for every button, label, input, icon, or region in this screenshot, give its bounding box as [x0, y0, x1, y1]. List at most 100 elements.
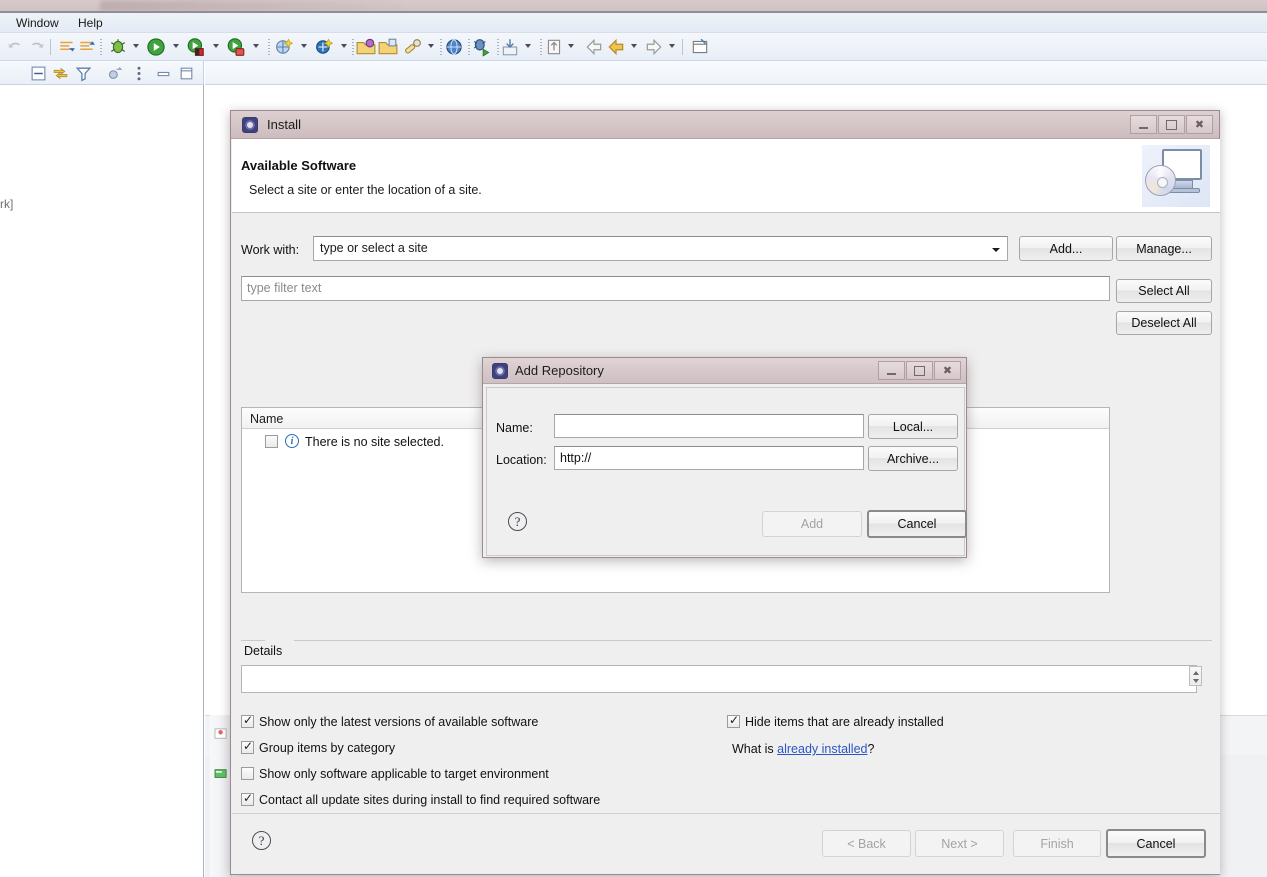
- main-toolbar: [0, 33, 1267, 61]
- details-text-area[interactable]: [241, 665, 1197, 693]
- label-applicable-target-env: Show only software applicable to target …: [259, 767, 549, 781]
- info-icon: i: [285, 434, 299, 448]
- repo-close-button[interactable]: ✖: [934, 361, 961, 380]
- console-view-icon[interactable]: [214, 768, 228, 780]
- menu-bar: Window Help: [0, 13, 1267, 33]
- run-ant-icon[interactable]: [472, 37, 492, 57]
- cancel-button[interactable]: Cancel: [1106, 829, 1206, 858]
- install-close-button[interactable]: ✖: [1186, 115, 1213, 134]
- repo-location-input[interactable]: http://: [554, 446, 864, 470]
- repo-cancel-button[interactable]: Cancel: [867, 510, 967, 538]
- select-all-button[interactable]: Select All: [1116, 279, 1212, 303]
- filter-input-placeholder: type filter text: [247, 281, 322, 295]
- page-subtitle: Select a site or enter the location of a…: [249, 183, 482, 197]
- export-icon[interactable]: [500, 37, 520, 57]
- sync-icon[interactable]: [107, 65, 124, 82]
- archive-button[interactable]: Archive...: [868, 446, 958, 471]
- repo-maximize-button[interactable]: [906, 361, 933, 380]
- repo-location-label: Location:: [496, 453, 547, 467]
- row-checkbox[interactable]: [265, 435, 278, 448]
- undo-icon[interactable]: [6, 37, 24, 57]
- checkbox-hide-installed-items[interactable]: [727, 713, 740, 728]
- collapse-all-icon[interactable]: [30, 65, 47, 82]
- help-icon[interactable]: ?: [252, 831, 271, 850]
- view-ghost-label: rk]: [0, 197, 14, 211]
- install-dialog-footer: ? < Back Next > Finish Cancel: [232, 813, 1220, 874]
- already-installed-link[interactable]: already installed: [777, 742, 867, 756]
- work-with-label: Work with:: [241, 243, 300, 257]
- help-icon[interactable]: ?: [508, 512, 527, 531]
- checkbox-contact-all-update-sites[interactable]: [241, 791, 254, 806]
- profile-icon[interactable]: [226, 37, 246, 57]
- external-tools-icon[interactable]: [314, 37, 334, 57]
- editor-tab-strip: [205, 61, 1267, 85]
- repo-add-button[interactable]: Add: [762, 511, 862, 537]
- install-monitor-disc-icon: [1142, 145, 1210, 207]
- back-history-icon[interactable]: [606, 37, 626, 57]
- repo-minimize-button[interactable]: [878, 361, 905, 380]
- minimize-icon[interactable]: [155, 65, 172, 82]
- maximize-icon[interactable]: [178, 65, 195, 82]
- details-spinner[interactable]: [1189, 666, 1202, 686]
- menu-item-window[interactable]: Window: [10, 15, 65, 31]
- open-task-icon[interactable]: [378, 37, 398, 57]
- checkbox-show-latest-versions[interactable]: [241, 713, 254, 728]
- details-group-label: Details: [244, 644, 283, 658]
- already-installed-question: What is already installed?: [732, 742, 874, 756]
- chevron-down-icon: [992, 248, 1000, 252]
- add-repository-title: Add Repository: [515, 363, 604, 378]
- finish-button[interactable]: Finish: [1013, 830, 1101, 857]
- work-with-combo[interactable]: type or select a site: [313, 236, 1008, 261]
- next-annotation-icon[interactable]: [58, 37, 76, 57]
- checkbox-group-by-category[interactable]: [241, 739, 254, 754]
- already-installed-prefix: What is: [732, 742, 778, 756]
- run-icon[interactable]: [146, 37, 166, 57]
- redo-icon[interactable]: [28, 37, 46, 57]
- work-with-combo-text: type or select a site: [320, 241, 428, 255]
- deselect-all-button[interactable]: Deselect All: [1116, 311, 1212, 335]
- label-contact-all-update-sites: Contact all update sites during install …: [259, 793, 601, 807]
- search-icon[interactable]: [403, 37, 423, 57]
- label-group-by-category: Group items by category: [259, 741, 396, 755]
- add-repository-titlebar: Add Repository ✖: [483, 358, 966, 384]
- problems-view-icon[interactable]: [214, 728, 228, 740]
- install-dialog-titlebar: Install ✖: [231, 111, 1219, 139]
- install-maximize-button[interactable]: [1158, 115, 1185, 134]
- next-button[interactable]: Next >: [915, 830, 1004, 857]
- back-icon[interactable]: [584, 37, 604, 57]
- open-type-icon[interactable]: [356, 37, 376, 57]
- view-toolbar: [0, 61, 204, 141]
- repo-name-label: Name:: [496, 421, 533, 435]
- globe-icon[interactable]: [444, 37, 464, 57]
- coverage-icon[interactable]: [186, 37, 206, 57]
- install-dialog-title: Install: [267, 117, 301, 132]
- label-show-latest-versions: Show only the latest versions of availab…: [259, 715, 539, 729]
- forward-icon[interactable]: [644, 37, 664, 57]
- manage-sites-button[interactable]: Manage...: [1116, 236, 1212, 261]
- install-minimize-button[interactable]: [1130, 115, 1157, 134]
- view-content-area: rk]: [0, 85, 204, 877]
- repo-name-input[interactable]: [554, 414, 864, 438]
- back-button[interactable]: < Back: [822, 830, 911, 857]
- go-into-icon[interactable]: [544, 37, 564, 57]
- new-editor-icon[interactable]: [690, 37, 710, 57]
- add-site-button[interactable]: Add...: [1019, 236, 1113, 261]
- local-button[interactable]: Local...: [868, 414, 958, 439]
- outer-window-title-text: [100, 0, 400, 11]
- row-label: There is no site selected.: [305, 435, 444, 449]
- add-repository-dialog: Add Repository ✖ Name: Local... Location…: [482, 357, 967, 558]
- debug-icon[interactable]: [108, 37, 128, 57]
- link-with-editor-icon[interactable]: [52, 65, 69, 82]
- repo-location-value: http://: [560, 451, 592, 465]
- column-header-name[interactable]: Name: [250, 412, 283, 426]
- filter-input[interactable]: type filter text: [241, 276, 1110, 301]
- checkbox-applicable-target-env[interactable]: [241, 767, 254, 780]
- menu-item-help[interactable]: Help: [72, 15, 109, 31]
- eclipse-app-icon: [492, 363, 508, 379]
- previous-annotation-icon[interactable]: [78, 37, 96, 57]
- view-menu-icon[interactable]: [133, 65, 145, 82]
- install-dialog-header: Available Software Select a site or ente…: [232, 139, 1220, 213]
- new-wizard-icon[interactable]: [274, 37, 294, 57]
- label-hide-installed-items: Hide items that are already installed: [745, 715, 944, 729]
- filter-icon[interactable]: [75, 65, 92, 82]
